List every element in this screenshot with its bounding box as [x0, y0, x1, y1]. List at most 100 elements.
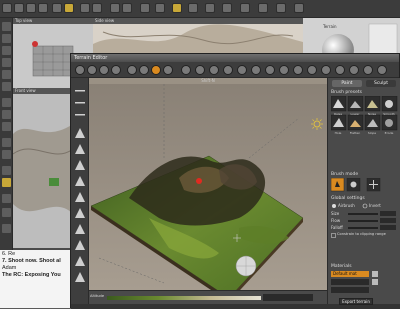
tool-icon[interactable]	[99, 65, 109, 75]
material-swatch[interactable]	[372, 271, 378, 277]
airbrush-label: Airbrush	[338, 203, 355, 208]
tool-icon[interactable]	[2, 138, 11, 147]
tool-icon[interactable]	[155, 3, 165, 13]
altitude-controls[interactable]	[263, 294, 313, 301]
terrain-3d-viewport[interactable]: Shift-N	[89, 78, 327, 302]
main-toolbar	[0, 0, 400, 18]
constrain-checkbox[interactable]	[331, 233, 336, 238]
tool-icon[interactable]	[2, 82, 11, 91]
tool-icon[interactable]	[127, 65, 137, 75]
notes-line: 6. Re	[2, 251, 16, 257]
tool-icon[interactable]	[92, 3, 102, 13]
tool-icon[interactable]	[2, 34, 11, 43]
tool-icon[interactable]	[111, 65, 121, 75]
altitude-gradient[interactable]	[107, 296, 261, 300]
size-slider[interactable]	[348, 213, 378, 215]
material-item[interactable]	[331, 287, 369, 293]
material-default-item[interactable]: Default mat	[331, 271, 369, 277]
tool-icon[interactable]	[188, 3, 198, 13]
terrain-editor-toolbar	[71, 62, 399, 78]
tool-icon[interactable]	[279, 65, 289, 75]
tool-icon[interactable]	[80, 3, 90, 13]
tool-icon[interactable]	[240, 3, 250, 13]
tool-icon[interactable]	[139, 65, 149, 75]
tool-icon[interactable]	[363, 65, 373, 75]
front-view-viewport[interactable]: Front view	[13, 88, 73, 248]
invert-radio[interactable]	[362, 203, 368, 209]
falloff-slider[interactable]	[348, 227, 378, 229]
terrain-mesh	[89, 84, 327, 302]
tool-icon[interactable]	[293, 65, 303, 75]
tool-icon[interactable]	[87, 65, 97, 75]
tool-icon[interactable]	[2, 70, 11, 79]
tool-icon[interactable]	[222, 3, 232, 13]
tool-icon[interactable]	[195, 65, 205, 75]
tool-icon[interactable]	[172, 3, 182, 13]
material-item[interactable]	[331, 279, 369, 285]
tool-icon[interactable]	[349, 65, 359, 75]
tool-icon[interactable]	[52, 3, 62, 13]
tool-icon[interactable]	[2, 166, 11, 175]
tool-icon[interactable]	[151, 65, 161, 75]
airbrush-radio[interactable]	[331, 203, 337, 209]
invert-label: Invert	[369, 203, 381, 208]
tool-icon[interactable]	[258, 3, 268, 13]
brush-label: Noise	[367, 112, 377, 116]
tool-icon[interactable]	[294, 3, 304, 13]
tool-icon[interactable]	[26, 3, 36, 13]
flow-slider[interactable]	[348, 220, 378, 222]
falloff-field[interactable]	[380, 225, 396, 230]
size-label: Size	[331, 211, 340, 216]
brush-presets-grid	[331, 96, 398, 131]
tab-sculpt[interactable]: Sculpt	[366, 80, 396, 87]
terrain-editor-window: Terrain Editor Shift-N Paint Sculpt Brus…	[70, 53, 400, 309]
tool-icon[interactable]	[265, 65, 275, 75]
tool-icon[interactable]	[276, 3, 286, 13]
brush-mode-buttons[interactable]	[331, 178, 399, 192]
notes-line: Adam	[2, 265, 17, 271]
size-field[interactable]	[380, 211, 396, 216]
tool-icon[interactable]	[140, 3, 150, 13]
sun-light-icon[interactable]	[311, 118, 323, 130]
tool-icon[interactable]	[2, 208, 11, 217]
window-title: Terrain Editor	[71, 54, 399, 62]
tool-icon[interactable]	[205, 3, 215, 13]
tool-icon[interactable]	[110, 3, 120, 13]
tool-icon[interactable]	[2, 194, 11, 203]
tool-icon[interactable]	[251, 65, 261, 75]
tool-icon[interactable]	[2, 178, 11, 187]
tool-icon[interactable]	[2, 150, 11, 159]
tool-icon[interactable]	[2, 110, 11, 119]
tool-icon[interactable]	[122, 3, 132, 13]
notes-document: 6. Re 7. Shoot now. Shoot al Adam The RC…	[0, 250, 74, 308]
tool-icon[interactable]	[14, 3, 24, 13]
tab-paint[interactable]: Paint	[332, 80, 362, 87]
tool-icon[interactable]	[181, 65, 191, 75]
flow-field[interactable]	[380, 218, 396, 223]
tool-icon[interactable]	[209, 65, 219, 75]
tool-icon[interactable]	[2, 224, 11, 233]
tool-icon[interactable]	[2, 3, 12, 13]
tool-icon[interactable]	[335, 65, 345, 75]
tool-icon[interactable]	[237, 65, 247, 75]
tool-icon[interactable]	[38, 3, 48, 13]
tool-icon[interactable]	[75, 65, 85, 75]
brush-label: Raise	[333, 112, 343, 116]
tool-icon[interactable]	[2, 46, 11, 55]
tool-icon[interactable]	[2, 122, 11, 131]
tool-icon[interactable]	[2, 98, 11, 107]
preview-label: Terrain	[323, 24, 337, 29]
tool-icon[interactable]	[163, 65, 173, 75]
tool-icon[interactable]	[2, 22, 11, 31]
tool-icon[interactable]	[377, 65, 387, 75]
tool-icon[interactable]	[2, 58, 11, 67]
side-view-viewport[interactable]: Side view	[93, 18, 303, 58]
tool-icon[interactable]	[64, 3, 74, 13]
brush-mode-heading: Brush mode	[331, 172, 359, 177]
tool-icon[interactable]	[307, 65, 317, 75]
coordinate-label: Shift-N	[201, 78, 215, 83]
tool-icon[interactable]	[223, 65, 233, 75]
export-terrain-button[interactable]: Export terrain	[339, 298, 373, 305]
tool-icon[interactable]	[321, 65, 331, 75]
material-swatch[interactable]	[372, 279, 378, 285]
